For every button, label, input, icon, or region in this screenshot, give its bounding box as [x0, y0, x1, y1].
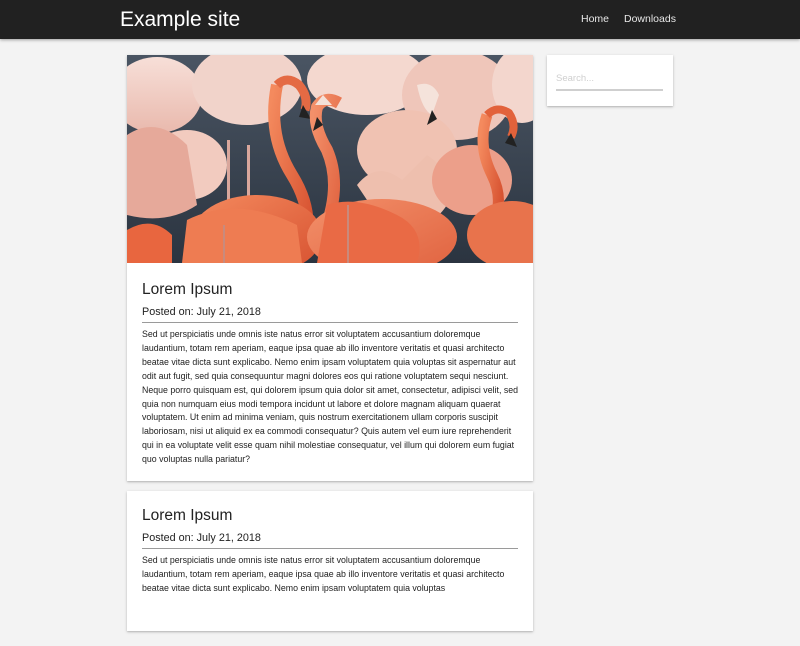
post-card: Lorem Ipsum Posted on: July 21, 2018 Sed…: [127, 55, 533, 481]
post-divider: [142, 548, 518, 549]
post-hero-image: [127, 55, 533, 263]
search-input[interactable]: [556, 67, 663, 91]
search-widget: [547, 55, 673, 106]
post-body: Sed ut perspiciatis unde omnis iste natu…: [142, 329, 519, 465]
flamingos-image: [127, 55, 533, 263]
post-date: Posted on: July 21, 2018: [142, 306, 261, 318]
post-date: Posted on: July 21, 2018: [142, 532, 261, 544]
site-title-link[interactable]: Example site: [120, 7, 240, 33]
post-title[interactable]: Lorem Ipsum: [142, 281, 232, 299]
top-navbar: Example site Home Downloads: [0, 0, 800, 39]
post-divider: [142, 322, 518, 323]
nav-link-home[interactable]: Home: [581, 13, 609, 26]
post-body: Sed ut perspiciatis unde omnis iste natu…: [142, 555, 505, 593]
post-card: Lorem Ipsum Posted on: July 21, 2018 Sed…: [127, 491, 533, 631]
nav-link-downloads[interactable]: Downloads: [624, 13, 676, 26]
post-title[interactable]: Lorem Ipsum: [142, 507, 232, 525]
